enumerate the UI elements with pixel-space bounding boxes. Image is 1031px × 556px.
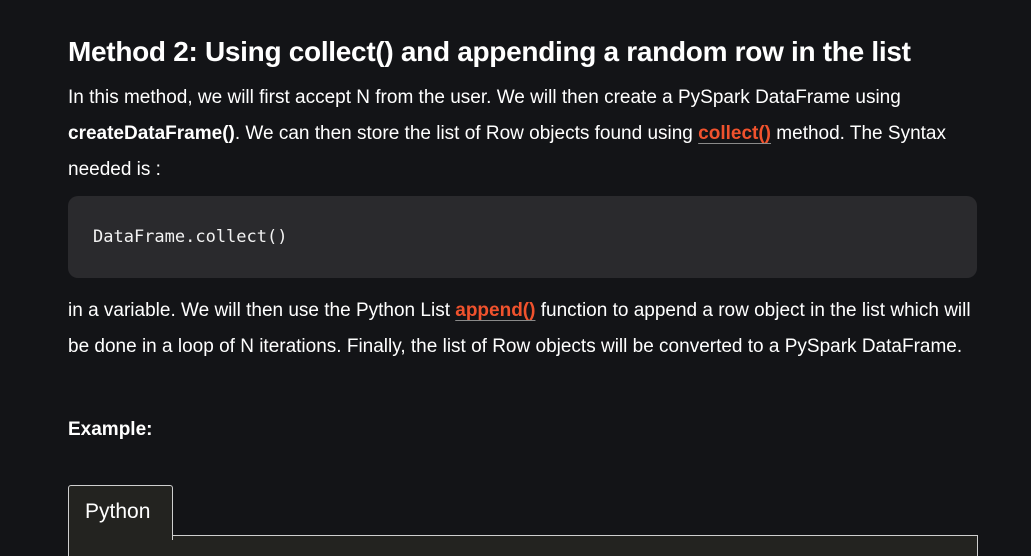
tab-python[interactable]: Python xyxy=(68,485,173,540)
tab-label: Python xyxy=(85,500,151,523)
text: . We can then store the list of Row obje… xyxy=(234,123,699,144)
text: In this method, we will first accept N f… xyxy=(68,87,901,108)
code-panel xyxy=(68,535,978,556)
example-label: Example: xyxy=(68,419,153,440)
bold-term: createDataFrame() xyxy=(68,123,235,144)
section-heading: Method 2: Using collect() and appending … xyxy=(68,36,911,67)
code-block: DataFrame.collect() xyxy=(68,196,977,278)
explanation-paragraph: in a variable. We will then use the Pyth… xyxy=(68,293,988,365)
collect-link[interactable]: collect() xyxy=(698,123,771,144)
append-link[interactable]: append() xyxy=(455,300,535,321)
intro-paragraph: In this method, we will first accept N f… xyxy=(68,80,988,188)
code-text: DataFrame.collect() xyxy=(93,227,288,247)
text: in a variable. We will then use the Pyth… xyxy=(68,300,456,321)
